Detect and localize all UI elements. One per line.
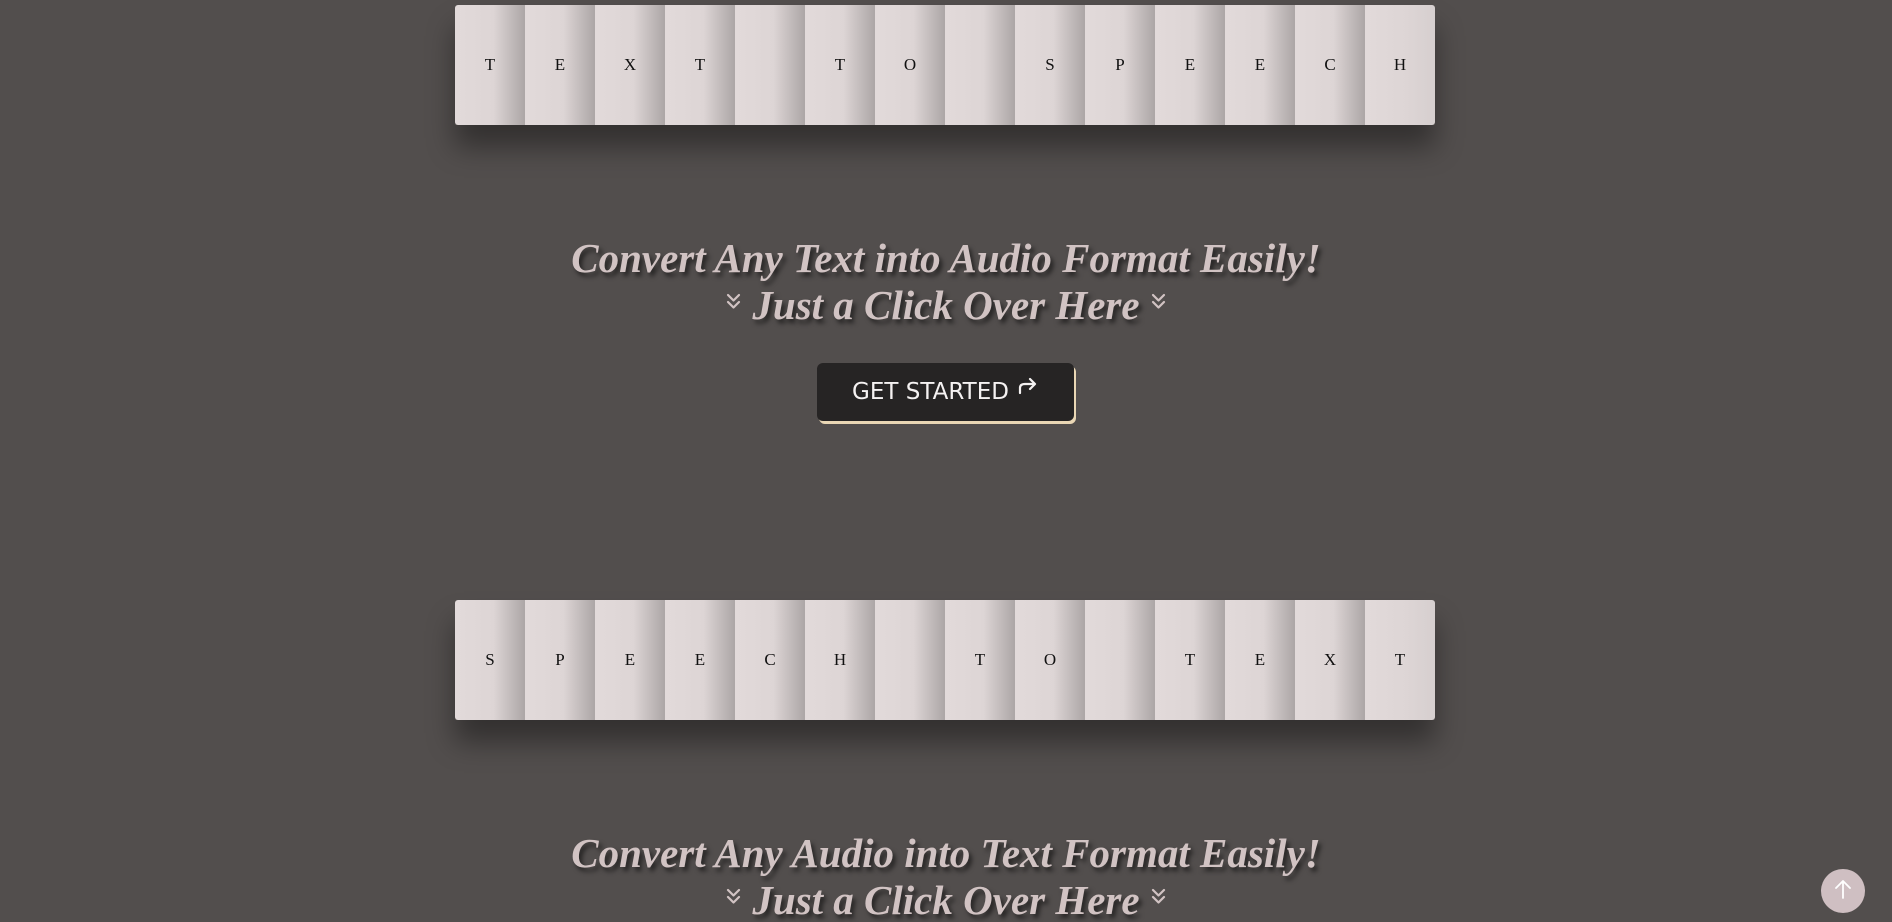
banner-tile xyxy=(1085,600,1155,720)
banner-tile: E xyxy=(1225,5,1295,125)
banner-tile: T xyxy=(1155,600,1225,720)
arrow-up-icon xyxy=(1833,877,1853,906)
banner-tile: O xyxy=(875,5,945,125)
banner-tile: X xyxy=(595,5,665,125)
subline-text: Just a Click Over Here xyxy=(752,877,1140,922)
get-started-label: GET STARTED xyxy=(852,379,1009,405)
text-to-audio-subline: Just a Click Over Here xyxy=(0,281,1892,329)
banner-tile: E xyxy=(1155,5,1225,125)
banner-tile: S xyxy=(455,600,525,720)
banner-tile: T xyxy=(1365,600,1435,720)
scroll-to-top-button[interactable] xyxy=(1821,869,1865,913)
banner-tile: O xyxy=(1015,600,1085,720)
banner-tile: T xyxy=(945,600,1015,720)
banner-tile xyxy=(945,5,1015,125)
double-chevron-down-icon xyxy=(1150,292,1167,312)
share-arrow-icon xyxy=(1017,376,1039,402)
get-started-button[interactable]: GET STARTED xyxy=(817,363,1074,421)
banner-tile: C xyxy=(735,600,805,720)
text-to-audio-headline: Convert Any Text into Audio Format Easil… xyxy=(571,235,1321,281)
double-chevron-down-icon xyxy=(1150,887,1167,907)
double-chevron-down-icon xyxy=(725,292,742,312)
banner-tile: E xyxy=(595,600,665,720)
banner-tile: X xyxy=(1295,600,1365,720)
banner-tile: E xyxy=(1225,600,1295,720)
banner-tile: E xyxy=(525,5,595,125)
banner-tile: H xyxy=(1365,5,1435,125)
banner-tile: H xyxy=(805,600,875,720)
banner-tile xyxy=(875,600,945,720)
audio-to-text-headline: Convert Any Audio into Text Format Easil… xyxy=(571,830,1321,876)
banner-tile: P xyxy=(525,600,595,720)
banner-tile: S xyxy=(1015,5,1085,125)
banner-tile: E xyxy=(665,600,735,720)
speech-to-text-banner: S P E E C H T O T E X T xyxy=(455,600,1435,720)
banner-tile xyxy=(735,5,805,125)
banner-tile: T xyxy=(805,5,875,125)
audio-to-text-subline: Just a Click Over Here xyxy=(0,876,1892,922)
banner-tile: T xyxy=(455,5,525,125)
banner-tile: P xyxy=(1085,5,1155,125)
banner-tile: T xyxy=(665,5,735,125)
double-chevron-down-icon xyxy=(725,887,742,907)
text-to-speech-banner: T E X T T O S P E E C H xyxy=(455,5,1435,125)
banner-tile: C xyxy=(1295,5,1365,125)
subline-text: Just a Click Over Here xyxy=(752,282,1140,328)
